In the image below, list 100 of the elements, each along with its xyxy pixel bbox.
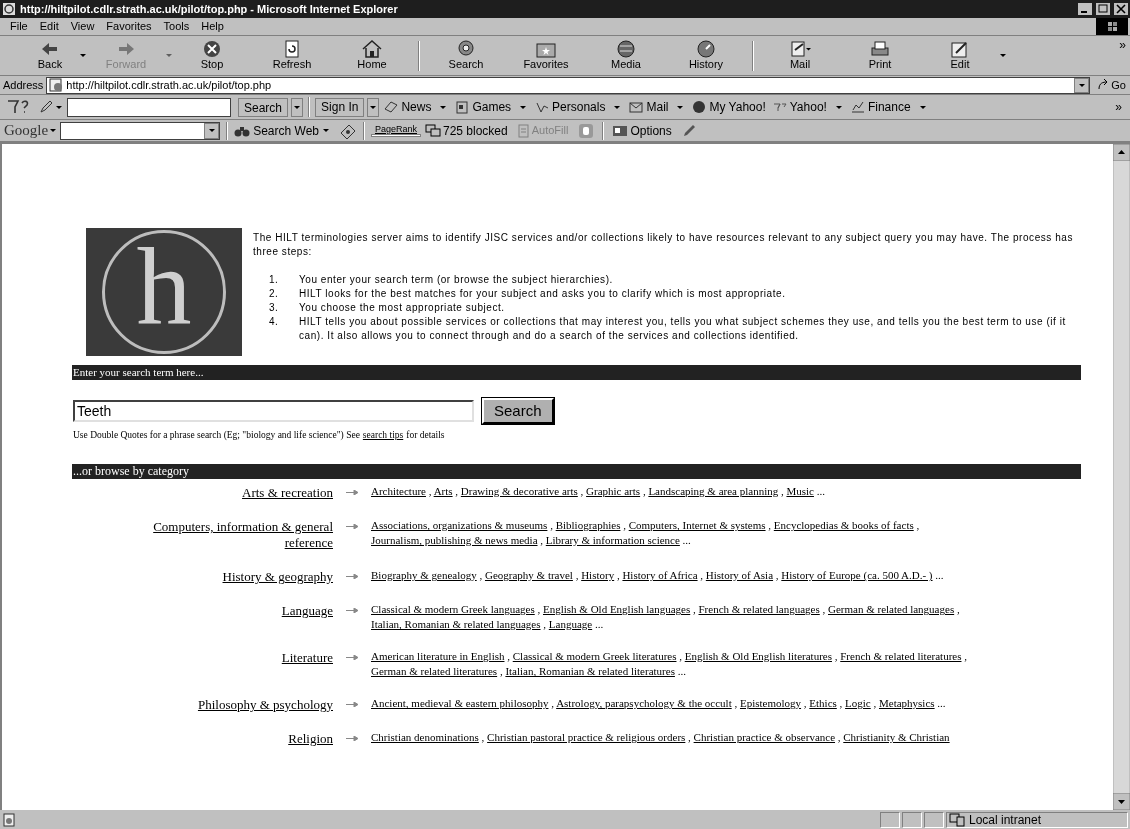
- subcategory-link[interactable]: German & related languages: [828, 603, 955, 616]
- google-search-field[interactable]: [60, 121, 221, 140]
- highlighter-icon[interactable]: [681, 123, 696, 138]
- subcategory-link[interactable]: Computers, Internet & systems: [628, 519, 766, 532]
- menu-item[interactable]: Help: [195, 18, 230, 35]
- subcategory-link[interactable]: History of Asia: [705, 569, 774, 582]
- caret-icon[interactable]: [294, 105, 301, 109]
- toolbar-link[interactable]: Games: [453, 98, 514, 116]
- toolbar-button[interactable]: History: [666, 36, 746, 75]
- subcategory-link[interactable]: Graphic arts: [586, 485, 641, 498]
- options-button[interactable]: Options: [612, 121, 672, 140]
- scrollbar[interactable]: [1113, 144, 1130, 810]
- subcategory-link[interactable]: French & related literatures: [840, 650, 962, 663]
- subcategory-link[interactable]: Bibliographies: [555, 519, 621, 532]
- toolbar-button[interactable]: Back: [20, 36, 80, 75]
- category-link[interactable]: History & geography: [122, 569, 333, 586]
- close-icon[interactable]: [1114, 3, 1128, 15]
- subcategory-link[interactable]: Arts: [433, 485, 453, 498]
- subcategory-link[interactable]: Christianity & Christian: [843, 731, 950, 744]
- search-field[interactable]: Teeth: [73, 400, 474, 422]
- search-button[interactable]: Search: [482, 398, 554, 424]
- toolbar-button[interactable]: Edit: [920, 36, 1000, 75]
- menu-item[interactable]: Favorites: [100, 18, 158, 35]
- google-logo-button[interactable]: Google: [4, 119, 57, 142]
- more-chevron[interactable]: »: [1119, 36, 1130, 54]
- category-link[interactable]: Literature: [122, 650, 333, 667]
- address-field[interactable]: http://hiltpilot.cdlr.strath.ac.uk/pilot/top.php: [46, 76, 1091, 94]
- subcategory-link[interactable]: History: [581, 569, 615, 582]
- sign-in-button[interactable]: Sign In: [315, 97, 365, 117]
- subcategory-link[interactable]: English & Old English languages: [543, 603, 691, 616]
- subcategory-link[interactable]: Library & information science: [545, 534, 680, 547]
- toolbar-button[interactable]: Favorites: [506, 36, 586, 75]
- caret-icon[interactable]: [520, 105, 527, 109]
- subcategory-link[interactable]: Italian, Romanian & related languages: [371, 618, 541, 631]
- more-chevron[interactable]: »: [1115, 98, 1130, 116]
- subcategory-link[interactable]: American literature in English: [371, 650, 505, 663]
- subcategory-link[interactable]: Logic: [845, 697, 871, 710]
- maximize-icon[interactable]: [1096, 3, 1110, 15]
- subcategory-link[interactable]: Biography & genealogy: [371, 569, 477, 582]
- subcategory-link[interactable]: Italian, Romanian & related literatures: [505, 665, 675, 678]
- category-link[interactable]: Arts & recreation: [122, 485, 333, 502]
- toolbar-button[interactable]: Media: [586, 36, 666, 75]
- subcategory-link[interactable]: History of Europe (ca. 500 A.D.- ): [781, 569, 933, 582]
- caret-icon[interactable]: [80, 54, 86, 57]
- subcategory-link[interactable]: Classical & modern Greek literatures: [512, 650, 677, 663]
- popup-blocker-button[interactable]: 725 blocked: [425, 121, 508, 140]
- menu-item[interactable]: Edit: [33, 18, 65, 35]
- search-field[interactable]: [67, 97, 231, 117]
- subcategory-link[interactable]: Landscaping & area planning: [648, 485, 779, 498]
- subcategory-link[interactable]: Metaphysics: [879, 697, 935, 710]
- menu-item[interactable]: Tools: [157, 18, 196, 35]
- subcategory-link[interactable]: Christian practice & observance: [693, 731, 836, 744]
- subcategory-link[interactable]: English & Old English literatures: [684, 650, 832, 663]
- subcategory-link[interactable]: Music: [786, 485, 814, 498]
- toolbar-button[interactable]: Search: [426, 36, 506, 75]
- subcategory-link[interactable]: Astrology, parapsychology & the occult: [556, 697, 732, 710]
- subcategory-link[interactable]: Encyclopedias & books of facts: [773, 519, 914, 532]
- subcategory-link[interactable]: Language: [548, 618, 593, 631]
- caret-icon[interactable]: [370, 105, 377, 109]
- subcategory-link[interactable]: French & related languages: [698, 603, 820, 616]
- subcategory-link[interactable]: German & related literatures: [371, 665, 498, 678]
- search-web-button[interactable]: Search Web: [234, 121, 319, 140]
- subcategory-link[interactable]: Architecture: [371, 485, 426, 498]
- category-link[interactable]: Language: [122, 603, 333, 620]
- subcategory-link[interactable]: Journalism, publishing & news media: [371, 534, 538, 547]
- subcategory-link[interactable]: Associations, organizations & museums: [371, 519, 548, 532]
- subcategory-link[interactable]: Geography & travel: [484, 569, 573, 582]
- subcategory-link[interactable]: Ethics: [809, 697, 837, 710]
- caret-icon[interactable]: [208, 129, 215, 132]
- subcategory-link[interactable]: Christian denominations: [371, 731, 479, 744]
- toolbar-link[interactable]: Yahoo!: [770, 98, 829, 116]
- menu-item[interactable]: View: [64, 18, 101, 35]
- toolbar-link[interactable]: Finance: [848, 98, 913, 116]
- caret-icon[interactable]: [323, 129, 329, 132]
- menu-item[interactable]: File: [4, 18, 34, 35]
- subcategory-link[interactable]: Ancient, medieval & eastern philosophy: [371, 697, 549, 710]
- toolbar-link[interactable]: Personals: [533, 98, 608, 116]
- toolbar-button[interactable]: Print: [840, 36, 920, 75]
- caret-icon[interactable]: [677, 105, 684, 109]
- caret-icon[interactable]: [835, 105, 842, 109]
- caret-icon[interactable]: [1000, 54, 1006, 57]
- subcategory-link[interactable]: Christian pastoral practice & religious orders: [487, 731, 686, 744]
- toolbar-button[interactable]: Home: [332, 36, 412, 75]
- search-button[interactable]: Search: [238, 97, 289, 117]
- toolbar-link[interactable]: My Yahoo!: [690, 98, 768, 116]
- subcategory-link[interactable]: History of Africa: [622, 569, 698, 582]
- toolbar-button[interactable]: Mail: [760, 36, 840, 75]
- search-tips-link[interactable]: search tips: [362, 428, 404, 443]
- category-link[interactable]: Computers, information & general reference: [122, 519, 333, 552]
- caret-icon[interactable]: [919, 105, 926, 109]
- toolbar-link[interactable]: News: [382, 98, 434, 116]
- toolbar-button[interactable]: Stop: [172, 36, 252, 75]
- subcategory-link[interactable]: Drawing & decorative arts: [460, 485, 578, 498]
- subcategory-link[interactable]: Classical & modern Greek languages: [371, 603, 535, 616]
- category-link[interactable]: Philosophy & psychology: [122, 697, 333, 714]
- category-link[interactable]: Religion: [122, 731, 333, 748]
- go-button[interactable]: Go: [1093, 76, 1130, 94]
- caret-icon[interactable]: [56, 105, 62, 109]
- caret-icon[interactable]: [440, 105, 447, 109]
- caret-icon[interactable]: [1078, 83, 1085, 87]
